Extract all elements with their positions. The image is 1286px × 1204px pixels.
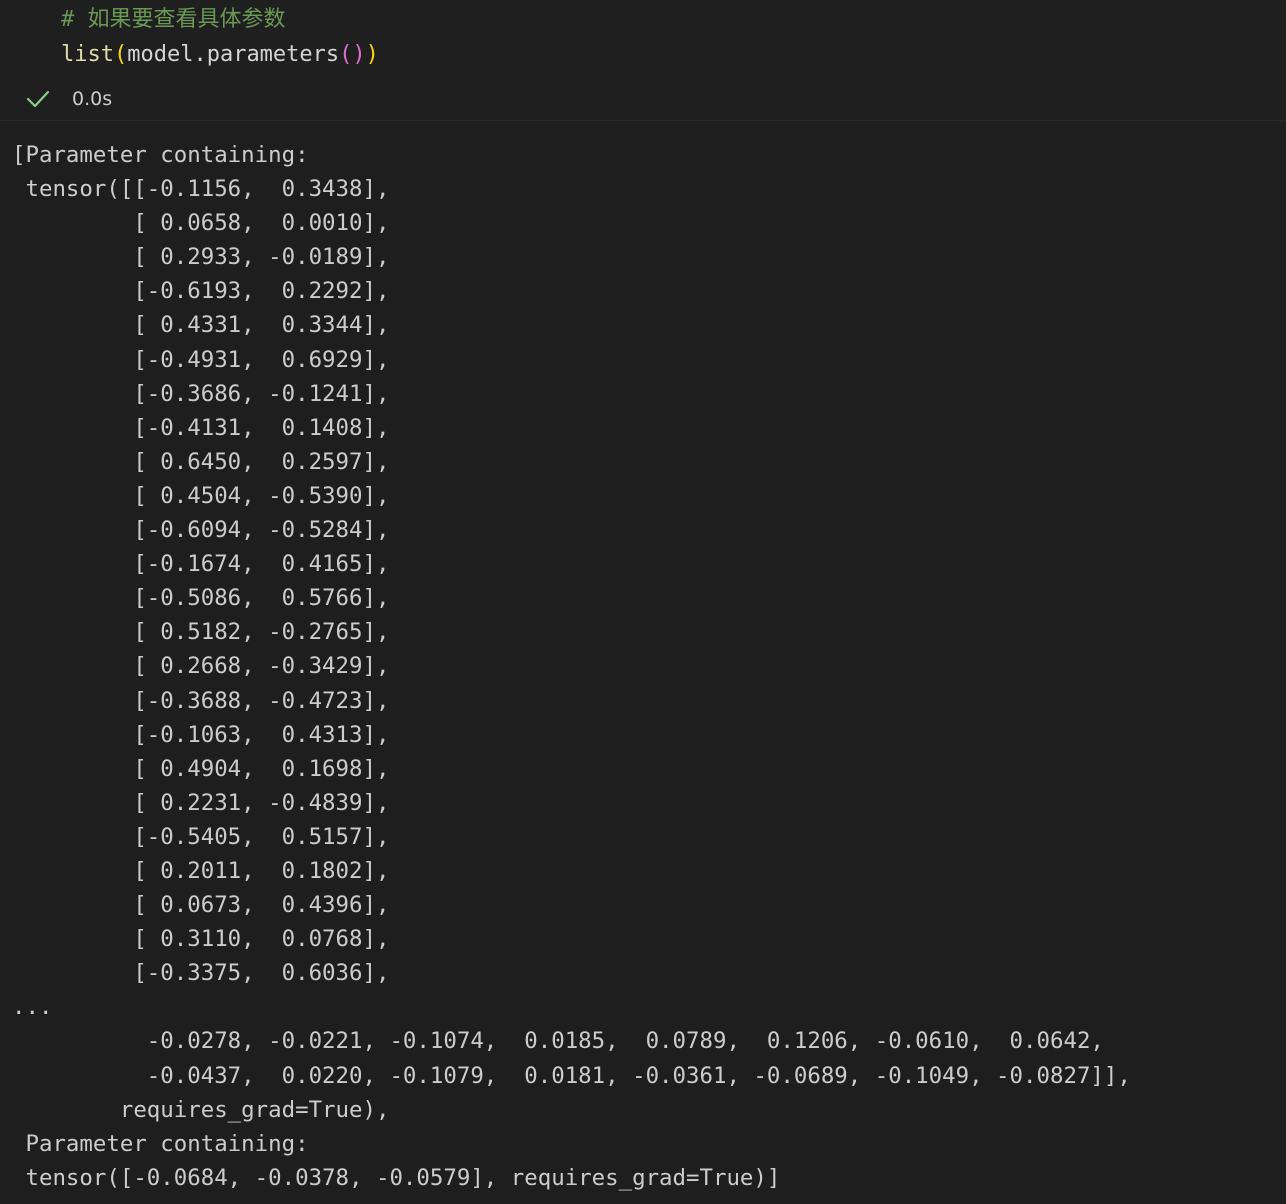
code-line-call[interactable]: list(model.parameters()) [61,38,379,72]
output-line: [-0.5405, 0.5157], [12,823,390,850]
code-inner-parens: () [339,42,366,67]
output-line: [ 0.2933, -0.0189], [12,244,390,271]
output-line: [Parameter containing: [12,142,309,168]
output-line: -0.0437, 0.0220, -0.1079, 0.0181, -0.036… [12,1062,1131,1089]
output-line: [ 0.4331, 0.3344], [12,312,390,339]
output-line: [ 0.4504, -0.5390], [12,482,390,509]
output-line: [ 0.3110, 0.0768], [12,926,390,953]
code-cell-input[interactable]: # 如果要查看具体参数 list(model.parameters()) 0.0… [0,0,1286,121]
output-line: tensor([[-0.1156, 0.3438], [12,176,390,203]
code-paren-close: ) [365,42,379,67]
output-line: [ 0.6450, 0.2597], [12,448,390,475]
output-line: [ 0.5182, -0.2765], [12,619,390,646]
code-func-list: list [61,42,114,67]
output-line: [-0.3688, -0.4723], [12,687,390,714]
output-line: Parameter containing: [12,1130,309,1157]
code-line-comment[interactable]: # 如果要查看具体参数 [61,3,286,37]
output-line: [-0.3686, -0.1241], [12,380,390,407]
output-line: [ 0.0673, 0.4396], [12,892,390,919]
output-line: [-0.5086, 0.5766], [12,585,390,612]
output-line: requires_grad=True), [12,1096,390,1123]
output-line: [-0.6094, -0.5284], [12,517,390,544]
output-line: [ 0.2231, -0.4839], [12,789,390,816]
output-line: [-0.3375, 0.6036], [12,960,390,987]
output-line: [-0.6193, 0.2292], [12,278,390,305]
output-line: [ 0.2668, -0.3429], [12,653,390,680]
code-comment: # 如果要查看具体参数 [61,7,286,32]
output-line: [ 0.2011, 0.1802], [12,857,390,884]
output-text[interactable]: [Parameter containing: tensor([[-0.1156,… [12,138,1131,1195]
code-call-target: model.parameters [127,42,340,67]
output-line: tensor([-0.0684, -0.0378, -0.0579], requ… [12,1164,781,1191]
output-line: [-0.4931, 0.6929], [12,346,390,373]
execution-status: 0.0s [26,86,112,112]
cell-output[interactable]: [Parameter containing: tensor([[-0.1156,… [0,121,1286,1204]
output-line: [ 0.0658, 0.0010], [12,210,390,237]
output-line: [ 0.4904, 0.1698], [12,755,390,782]
output-line: [-0.4131, 0.1408], [12,414,390,441]
output-line: ... [12,994,53,1021]
output-line: [-0.1674, 0.4165], [12,551,390,578]
execution-time: 0.0s [72,88,113,110]
check-icon [26,90,50,108]
code-paren-open: ( [113,42,128,67]
output-line: -0.0278, -0.0221, -0.1074, 0.0185, 0.078… [12,1028,1104,1055]
output-line: [-0.1063, 0.4313], [12,721,390,748]
